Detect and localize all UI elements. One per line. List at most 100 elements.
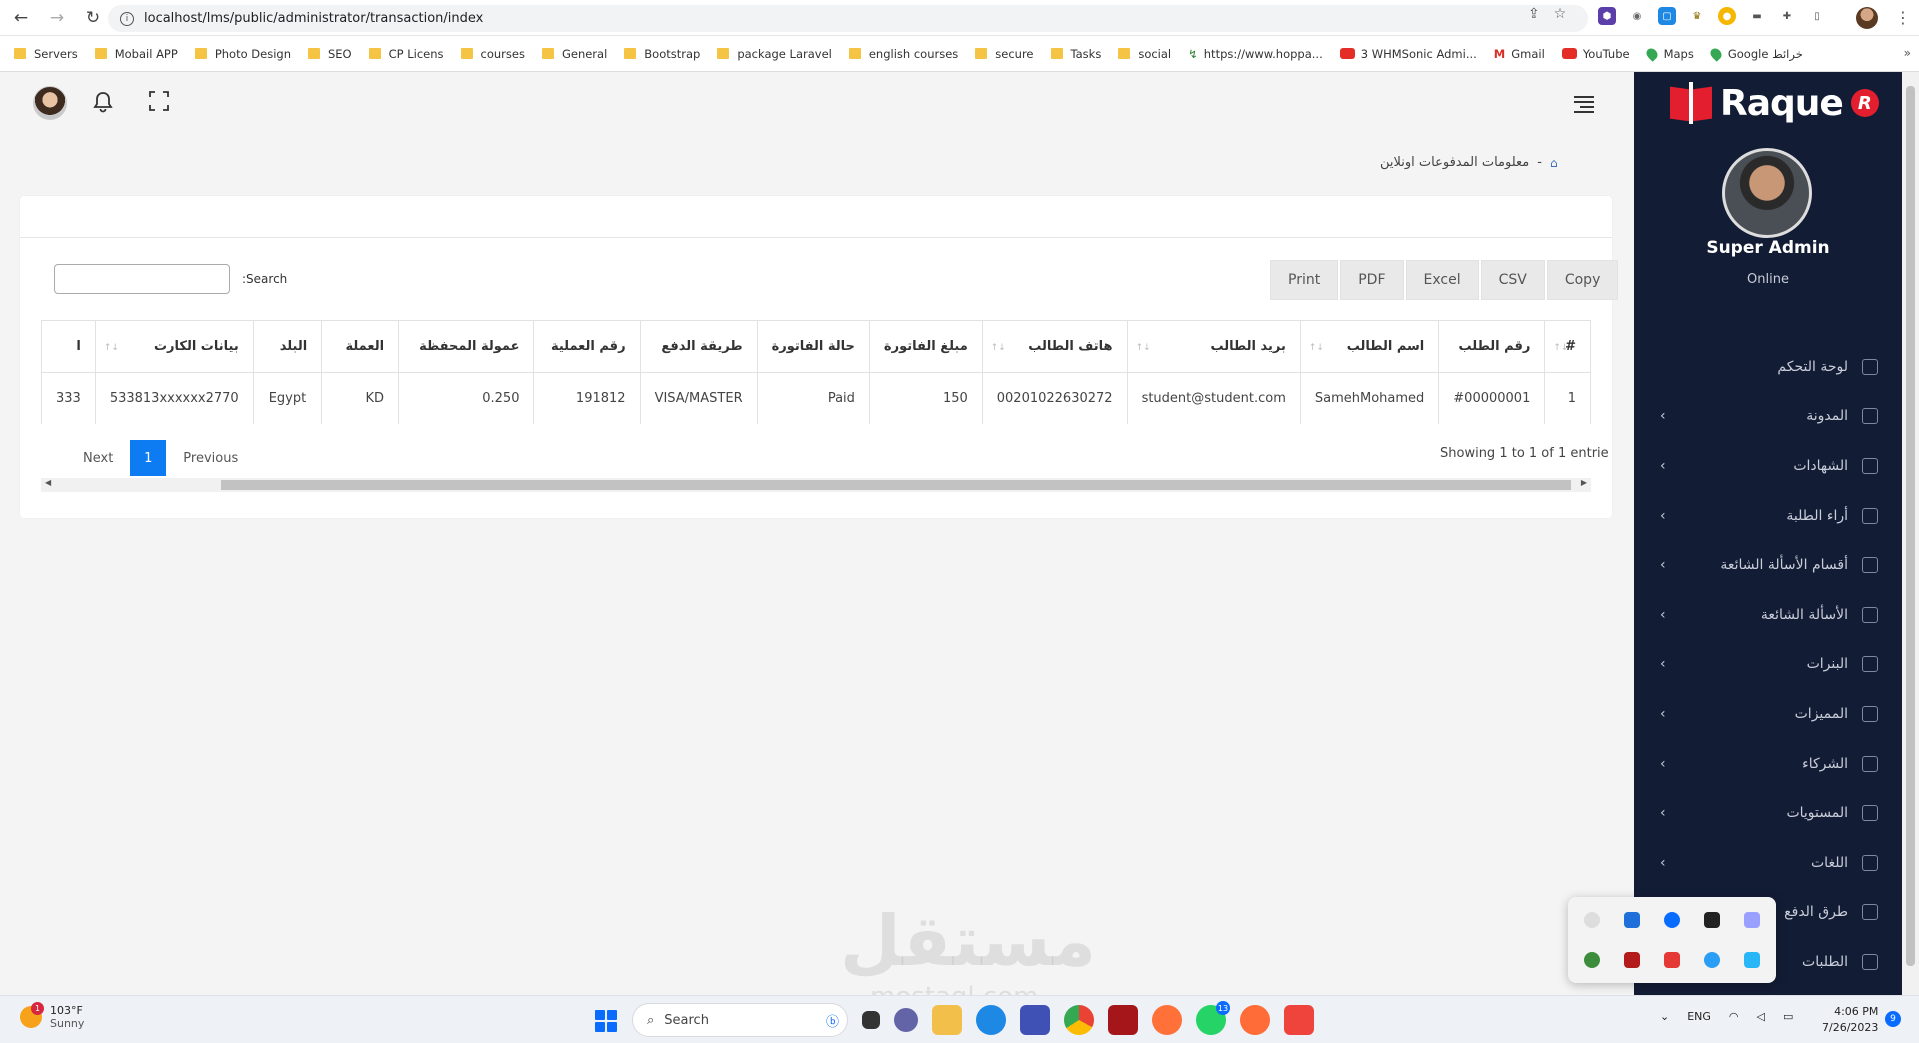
anydesk-icon[interactable] [1284,1005,1314,1035]
bookmark-item[interactable]: SEO [307,47,352,61]
nvidia-icon[interactable] [1692,900,1732,940]
windows-start-icon[interactable] [595,1010,617,1032]
column-header[interactable]: رقم الطلب [1438,320,1546,373]
sidebar-item[interactable]: ‹ المميزات [1634,689,1902,739]
brand-logo[interactable]: Raque R [1670,82,1879,124]
bookmark-item[interactable]: package Laravel [717,47,832,61]
sort-icon[interactable]: ↑↓ [1136,343,1151,353]
bookmark-item[interactable]: Photo Design [194,47,291,61]
whatsapp-icon[interactable]: 13 [1196,1001,1230,1035]
extension-icon[interactable]: ♛ [1688,7,1706,25]
bookmark-item[interactable]: YouTube [1561,47,1630,61]
print-button[interactable]: Print [1270,260,1339,300]
column-header[interactable]: # ↑↓ [1544,320,1591,373]
postman-icon[interactable] [1240,1005,1270,1035]
extension-icon[interactable]: ▢ [1658,7,1676,25]
sort-icon[interactable]: ↑↓ [991,343,1006,353]
column-header[interactable]: عمولة المحفظة [398,320,535,373]
tray-icon[interactable] [1572,940,1612,980]
bookmark-item[interactable]: Google خرائط [1708,45,1803,62]
csv-button[interactable]: CSV [1480,260,1545,300]
bookmark-item[interactable]: Maps [1643,45,1694,62]
bookmark-star-icon[interactable]: ☆ [1554,6,1567,22]
sidebar-item[interactable]: ‹ أقسام الأسألة الشائعة [1634,540,1902,590]
more-menu-icon[interactable]: ⋮ [1895,8,1911,27]
teams-icon[interactable] [894,1008,918,1032]
bookmark-item[interactable]: secure [975,47,1034,61]
column-header[interactable]: البلد [252,320,323,373]
task-view-icon[interactable] [862,1011,880,1029]
fullscreen-icon[interactable] [148,90,170,112]
sidebar-item[interactable]: ‹ المستويات [1634,788,1902,838]
sidebar-item[interactable]: ‹ المدونة [1634,392,1902,442]
horizontal-scrollbar[interactable]: ◀ ▶ [41,478,1591,492]
reload-icon[interactable]: ↻ [78,3,108,33]
column-header[interactable]: مبلغ الفاتورة [868,320,983,373]
sidebar-item[interactable]: ‹ الشركاء [1634,739,1902,789]
bluetooth-icon[interactable] [1652,900,1692,940]
camera-icon[interactable]: ◉ [1628,7,1646,25]
profile-avatar[interactable] [1856,7,1878,29]
bookmark-item[interactable]: english courses [848,47,958,61]
sort-icon[interactable]: ↑↓ [1553,343,1568,353]
sidebar-item[interactable]: ‹ أراء الطلبة [1634,491,1902,541]
previous-page-link[interactable]: Previous [166,440,255,476]
tray-icon[interactable] [1732,940,1772,980]
chrome-icon[interactable] [1064,1005,1094,1035]
excel-button[interactable]: Excel [1405,260,1479,300]
column-header[interactable]: رقم العملية [533,320,641,373]
menu-toggle-icon[interactable] [1574,96,1594,116]
bookmark-item[interactable]: courses [460,47,525,61]
sidebar-item[interactable]: ‹ البنرات [1634,640,1902,690]
bookmark-item[interactable]: Servers [14,47,78,61]
bookmarks-more-icon[interactable]: » [1904,46,1911,60]
extension-icon[interactable]: ● [1718,7,1736,25]
column-header[interactable]: حالة الفاتورة [756,320,870,373]
back-icon[interactable]: ← [6,3,36,33]
notification-badge[interactable]: 9 [1885,1011,1901,1027]
extension-icon[interactable]: ⬢ [1598,7,1616,25]
bookmark-item[interactable]: social [1118,47,1171,61]
page-1-button[interactable]: 1 [130,440,167,476]
extension-icon[interactable]: ▬ [1748,7,1766,25]
tray-icon[interactable] [1692,940,1732,980]
search-input[interactable] [54,264,230,294]
scrollbar-thumb[interactable] [221,480,1571,490]
sidebar-item[interactable]: ‹ الشهادات [1634,441,1902,491]
scroll-right-icon[interactable]: ▶ [1581,478,1587,487]
user-avatar[interactable] [33,86,67,120]
language-indicator[interactable]: ENG [1687,1010,1711,1023]
chevron-up-icon[interactable]: ⌄ [1660,1010,1669,1023]
column-header[interactable]: طريقة الدفع [639,320,758,373]
bookmark-item[interactable]: ↯ https://www.hoppa... [1188,47,1323,61]
sidepanel-icon[interactable]: ▯ [1808,7,1826,25]
share-icon[interactable]: ⇪ [1528,6,1540,22]
next-page-link[interactable]: Next [66,440,130,476]
sidebar-item[interactable]: لوحة التحكم [1634,342,1902,392]
bookmark-item[interactable]: General [541,47,607,61]
sort-icon[interactable]: ↑↓ [104,343,119,353]
edge-icon[interactable] [976,1005,1006,1035]
taskbar-search[interactable]: ⌕ Search ⓑ [632,1003,848,1037]
address-bar[interactable]: i localhost/lms/public/administrator/tra… [108,5,1588,32]
home-icon[interactable]: ⌂ [1550,156,1558,170]
volume-icon[interactable]: ◁ [1757,1010,1765,1023]
column-header[interactable]: هاتف الطالب ↑↓ [981,320,1128,373]
anydesk-icon[interactable] [1652,940,1692,980]
bookmark-item[interactable]: CP Licens [368,47,444,61]
filezilla-icon[interactable] [1108,1005,1138,1035]
copy-button[interactable]: Copy [1546,260,1619,300]
bookmark-item[interactable]: Mobail APP [94,47,178,61]
battery-icon[interactable]: ▭ [1783,1010,1793,1023]
wifi-icon[interactable]: ◠ [1729,1010,1739,1023]
sidebar-item[interactable]: ‹ الأسألة الشائعة [1634,590,1902,640]
shield-icon[interactable] [1612,900,1652,940]
firefox-icon[interactable] [1152,1005,1182,1035]
vertical-scrollbar[interactable] [1902,72,1919,995]
sort-icon[interactable]: ↑↓ [1309,343,1324,353]
pen-icon[interactable] [1732,900,1772,940]
bell-icon[interactable] [92,90,114,114]
puzzle-icon[interactable]: ✚ [1778,7,1796,25]
bookmark-item[interactable]: 3 WHMSonic Admi... [1339,47,1477,61]
column-header[interactable]: ا [41,320,96,373]
